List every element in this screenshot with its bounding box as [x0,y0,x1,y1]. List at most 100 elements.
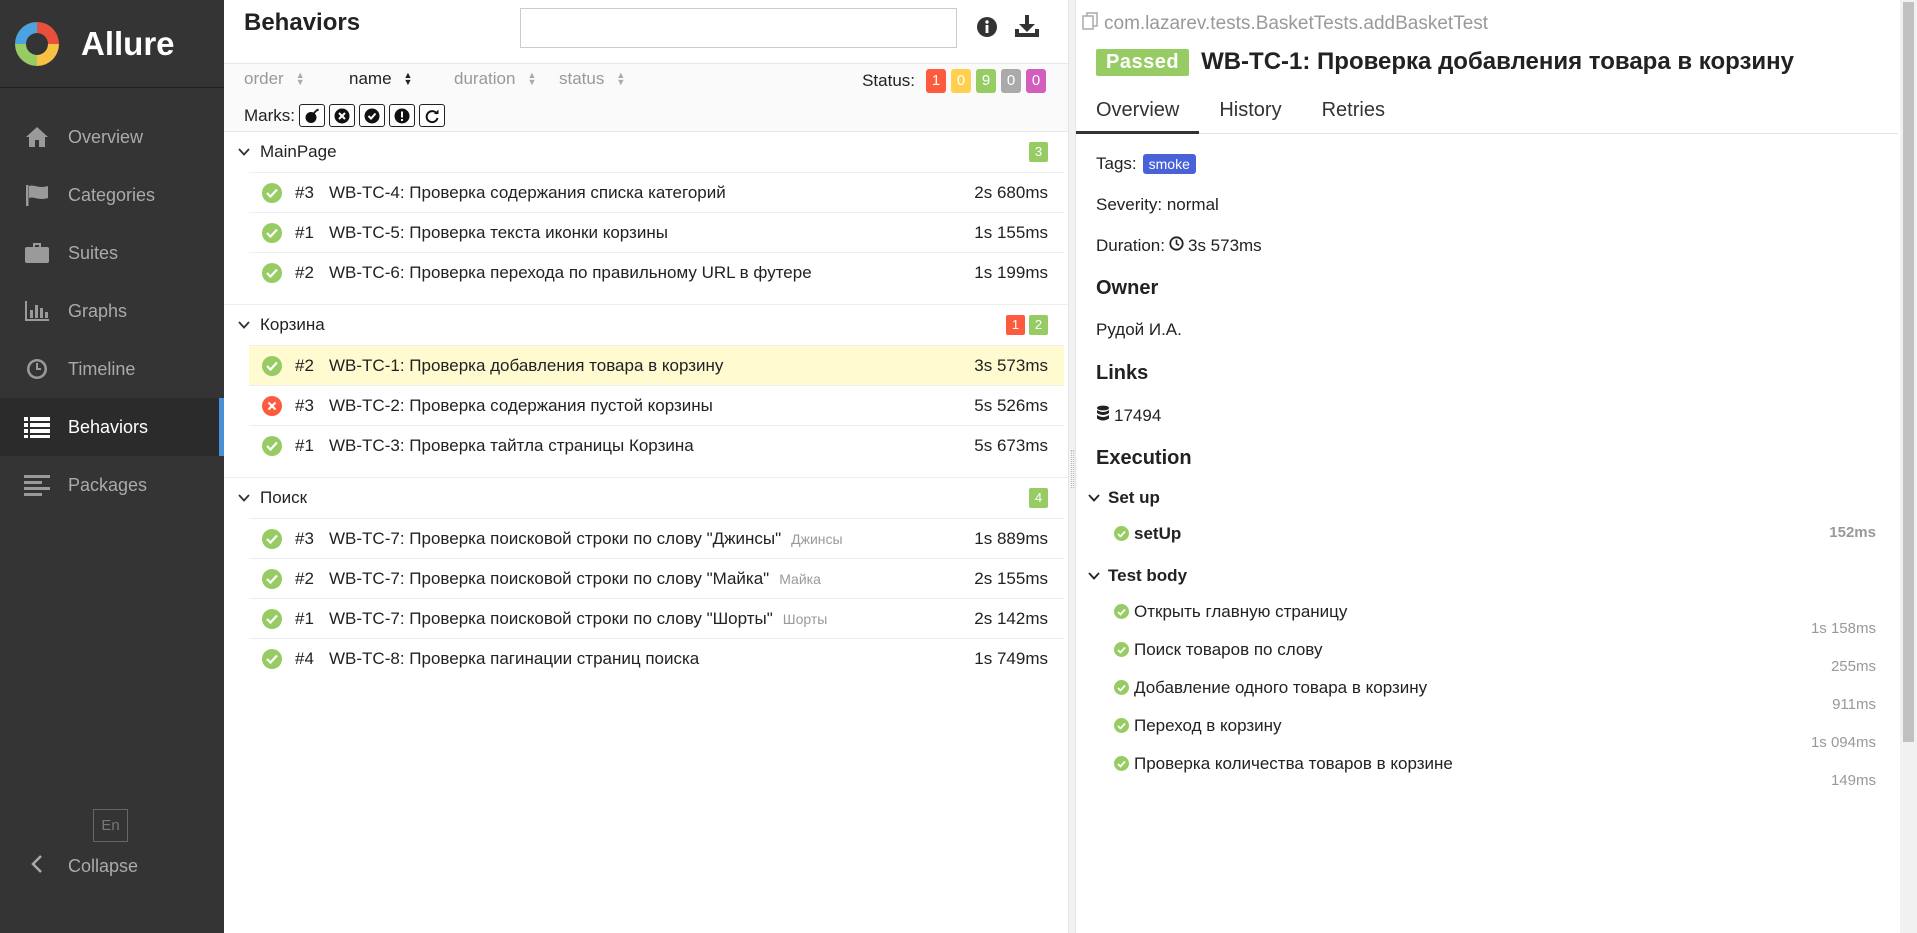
test-order: #2 [295,568,314,588]
group-header[interactable]: Корзина 1 2 [224,305,1068,345]
status-skipped-toggle[interactable]: 0 [1001,69,1021,93]
sidebar-nav: Overview Categories Suites Graphs Timeli… [0,108,224,514]
sorter-label: status [559,69,605,88]
passed-status-icon [262,435,282,456]
sidebar-item-behaviors[interactable]: Behaviors [0,398,224,456]
brand[interactable]: Allure [0,0,224,88]
test-name: WB-TC-3: Проверка тайтла страницы Корзин… [329,435,694,455]
sidebar-item-label: Categories [68,184,156,205]
collapse-button[interactable]: Collapse [22,855,138,878]
sidebar-item-suites[interactable]: Suites [0,224,224,282]
mark-new-passed-toggle[interactable] [359,104,385,127]
test-duration: 5s 673ms [974,435,1048,455]
mark-flaky-toggle[interactable] [299,104,325,127]
bomb-icon [305,108,319,123]
sorter-label: order [244,69,284,88]
test-row[interactable]: #1 WB-TC-5: Проверка текста иконки корзи… [249,212,1064,252]
sort-order-button[interactable]: order ▲ ▼ [244,69,349,89]
test-step[interactable]: Переход в корзину 1s 094ms [1088,716,1876,754]
tab-retries[interactable]: Retries [1302,88,1405,134]
test-row[interactable]: #3 WB-TC-4: Проверка содержания списка к… [249,172,1064,212]
mark-retries-toggle[interactable] [419,104,445,127]
step-name: Открыть главную страницу [1134,602,1348,621]
exclamation-circle-icon [394,108,410,123]
link-item[interactable]: 17494 [1096,405,1876,427]
status-unknown-toggle[interactable]: 0 [1026,69,1046,93]
sidebar-item-timeline[interactable]: Timeline [0,340,224,398]
group-header[interactable]: Поиск 4 [224,478,1068,518]
test-duration: 1s 199ms [974,262,1048,282]
test-step[interactable]: Поиск товаров по слову 255ms [1088,640,1876,678]
test-title-row: Passed WB-TC-1: Проверка добавления това… [1096,48,1794,76]
sort-status-button[interactable]: status ▲ ▼ [559,69,664,89]
mark-new-failed-toggle[interactable] [329,104,355,127]
setup-stage-header[interactable]: Set up [1088,486,1868,510]
test-name: WB-TC-5: Проверка текста иконки корзины [329,222,668,242]
details-scrollbar[interactable] [1900,0,1917,933]
status-failed-toggle[interactable]: 1 [926,69,946,93]
status-broken-toggle[interactable]: 0 [951,69,971,93]
copy-icon[interactable] [1082,12,1098,36]
test-row[interactable]: #1 WB-TC-3: Проверка тайтла страницы Кор… [249,425,1064,465]
sort-duration-button[interactable]: duration ▲ ▼ [454,69,559,89]
test-step[interactable]: Проверка количества товаров в корзине 14… [1088,754,1876,792]
test-body-stage-header[interactable]: Test body [1088,564,1868,588]
download-icon[interactable] [1014,14,1040,43]
info-icon[interactable] [976,16,998,43]
test-order: #1 [295,222,314,242]
test-row[interactable]: #4 WB-TC-8: Проверка пагинации страниц п… [249,638,1064,678]
tab-overview[interactable]: Overview [1076,88,1200,134]
tab-history[interactable]: History [1199,88,1301,134]
test-row[interactable]: #3 WB-TC-7: Проверка поисковой строки по… [249,518,1064,558]
test-duration: 1s 155ms [974,222,1048,242]
sidebar-item-overview[interactable]: Overview [0,108,224,166]
align-left-icon [22,473,52,497]
sort-name-button[interactable]: name ▲ ▼ [349,69,454,89]
passed-step-icon [1114,604,1129,619]
sidebar-item-label: Graphs [68,300,128,321]
group-name: Корзина [260,315,325,334]
status-passed-toggle[interactable]: 9 [976,69,996,93]
test-step[interactable]: Добавление одного товара в корзину 911ms [1088,678,1876,716]
test-full-name: com.lazarev.tests.BasketTests.addBasketT… [1082,12,1488,36]
pane-splitter[interactable] [1068,0,1076,933]
failed-count-badge: 1 [1006,315,1025,335]
list-icon [22,415,52,439]
step-name: Проверка количества товаров в корзине [1134,754,1453,773]
scrollbar-thumb[interactable] [1903,2,1914,742]
status-filter: Status: 1 0 9 0 0 [862,69,1046,93]
test-parameter: Джинсы [791,530,843,547]
language-switch[interactable]: En [93,809,128,842]
passed-status-icon [262,648,282,669]
search-input[interactable] [520,8,957,48]
failed-status-icon [262,395,282,416]
test-row[interactable]: #2 WB-TC-7: Проверка поисковой строки по… [249,558,1064,598]
test-order: #4 [295,648,314,668]
test-order: #3 [295,528,314,548]
test-title: WB-TC-1: Проверка добавления товара в ко… [1201,48,1794,75]
full-name-text: com.lazarev.tests.BasketTests.addBasketT… [1104,13,1489,34]
setup-step[interactable]: setUp 152ms [1088,524,1876,564]
sidebar-item-graphs[interactable]: Graphs [0,282,224,340]
stopwatch-icon [1169,236,1184,256]
test-row[interactable]: #3 WB-TC-2: Проверка содержания пустой к… [249,385,1064,425]
test-row-selected[interactable]: #2 WB-TC-1: Проверка добавления товара в… [249,345,1064,385]
tree-group-basket: Корзина 1 2 #2 WB-TC-1: Проверка добавле… [224,305,1068,478]
test-row[interactable]: #1 WB-TC-7: Проверка поисковой строки по… [249,598,1064,638]
test-row[interactable]: #2 WB-TC-6: Проверка перехода по правиль… [249,252,1064,292]
behaviors-pane: Behaviors order ▲ ▼ name ▲ ▼ duration ▲ ▼ stat… [224,0,1068,933]
passed-step-icon [1114,718,1129,733]
passed-step-icon [1114,680,1129,695]
group-header[interactable]: MainPage 3 [224,132,1068,172]
refresh-icon [425,109,439,123]
clock-icon [22,357,52,381]
test-name: WB-TC-6: Проверка перехода по правильном… [329,262,812,282]
passed-step-icon [1114,642,1129,657]
test-name: WB-TC-8: Проверка пагинации страниц поис… [329,648,700,668]
step-name: setUp [1134,524,1182,543]
test-step[interactable]: Открыть главную страницу 1s 158ms [1088,602,1876,640]
sidebar-item-categories[interactable]: Categories [0,166,224,224]
sidebar-item-packages[interactable]: Packages [0,456,224,514]
briefcase-icon [22,241,52,265]
mark-new-broken-toggle[interactable] [389,104,415,127]
